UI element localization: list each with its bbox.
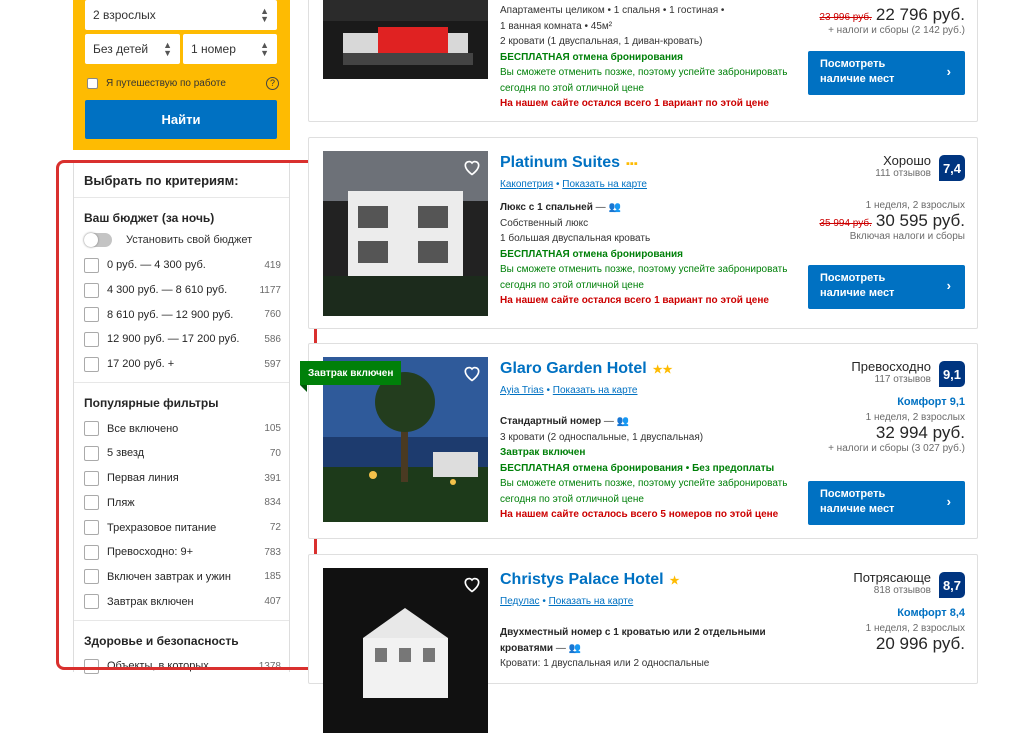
checkbox[interactable]: [84, 356, 99, 372]
work-trip-row[interactable]: Я путешествую по работе ?: [87, 75, 279, 91]
filter-option[interactable]: Включен завтрак и ужин 185: [74, 565, 289, 590]
filter-option[interactable]: Завтрак включен 407: [74, 589, 289, 614]
star-rating: ▪▪▪: [626, 158, 638, 170]
checkbox[interactable]: [84, 495, 99, 511]
popular-group: Популярные фильтры Все включено 105 5 зве…: [74, 383, 289, 621]
hotel-photo[interactable]: [323, 0, 488, 79]
children-select[interactable]: Без детей ▲ ▼: [85, 34, 180, 64]
checkbox[interactable]: [84, 470, 99, 486]
heart-icon[interactable]: [462, 363, 482, 383]
help-icon[interactable]: ?: [266, 76, 279, 90]
breakfast-included-ribbon: Завтрак включен: [300, 361, 402, 392]
occupancy-icon: 👥: [608, 202, 621, 213]
rooms-select[interactable]: 1 номер ▲ ▼: [183, 34, 277, 64]
work-trip-checkbox[interactable]: [87, 77, 98, 89]
chevron-right-icon: ›: [946, 278, 951, 293]
updown-chevron-icon: ▲ ▼: [163, 40, 172, 58]
filter-option[interactable]: Первая линия 391: [74, 466, 289, 491]
checkbox[interactable]: [84, 544, 99, 560]
checkbox[interactable]: [84, 569, 99, 585]
rating-block: Потрясающе 818 отзывов: [853, 570, 931, 596]
filter-option[interactable]: Трехразовое питание 72: [74, 515, 289, 540]
heart-icon[interactable]: [462, 157, 482, 177]
star-rating: ★: [669, 575, 680, 587]
checkbox[interactable]: [84, 307, 99, 323]
checkbox[interactable]: [84, 331, 99, 347]
custom-budget-row[interactable]: Установить свой бюджет: [74, 231, 289, 253]
filter-option[interactable]: Все включено 105: [74, 416, 289, 441]
hotel-card: Platinum Suites ▪▪▪ Какопетрия • Показать…: [308, 137, 978, 329]
bedroom-photo-icon: [323, 0, 488, 79]
check-availability-button[interactable]: Посмотреть наличие мест ›: [808, 265, 965, 309]
checkbox[interactable]: [84, 257, 99, 273]
hotel-location: Ayia Trias • Показать на карте: [500, 385, 638, 396]
show-on-map-link[interactable]: Показать на карте: [562, 179, 647, 190]
popular-title: Популярные фильтры: [84, 396, 219, 411]
hotel-info: Апартаменты целиком • 1 спальня • 1 гост…: [500, 5, 788, 109]
hotel-photo[interactable]: [323, 151, 488, 316]
filter-option[interactable]: 12 900 руб. — 17 200 руб. 586: [74, 327, 289, 352]
price-block: Комфорт 8,4 1 неделя, 2 взрослых 20 996 …: [865, 607, 965, 653]
hotel-name-link[interactable]: Christys Palace Hotel ★: [500, 571, 680, 589]
filter-option[interactable]: 5 звезд 70: [74, 441, 289, 466]
filters-title: Выбрать по критериям:: [74, 163, 289, 198]
price-block: 1 неделя, 2 взрослых 35 994 руб. 30 595 р…: [819, 200, 965, 242]
checkbox[interactable]: [84, 445, 99, 461]
budget-title: Ваш бюджет (за ночь): [84, 211, 215, 225]
filter-option[interactable]: 17 200 руб. +597: [74, 352, 289, 377]
heart-icon[interactable]: [462, 574, 482, 594]
show-on-map-link[interactable]: Показать на карте: [549, 596, 634, 607]
price-block: Комфорт 9,1 1 неделя, 2 взрослых 32 994 …: [828, 396, 965, 454]
guests-select[interactable]: 2 взрослых ▲ ▼: [85, 0, 277, 30]
review-score-badge: 9,1: [939, 361, 965, 387]
check-availability-button[interactable]: Посмотреть наличие мест ›: [808, 481, 965, 525]
check-availability-button[interactable]: Посмотреть наличие мест ›: [808, 51, 965, 95]
custom-budget-toggle[interactable]: [84, 233, 112, 247]
filter-option[interactable]: 0 руб. — 4 300 руб. 419: [74, 253, 289, 278]
hotel-location: Какопетрия • Показать на карте: [500, 179, 647, 190]
chevron-right-icon: ›: [946, 494, 951, 509]
hotel-card: Апартаменты целиком • 1 спальня • 1 гост…: [308, 0, 978, 122]
rating-block: Превосходно 117 отзывов: [851, 359, 931, 385]
checkbox[interactable]: [84, 520, 99, 536]
filter-option[interactable]: 4 300 руб. — 8 610 руб. 1177: [74, 278, 289, 303]
price-block: 23 996 руб. 22 796 руб. + налоги и сборы …: [819, 5, 965, 36]
review-score-badge: 7,4: [939, 155, 965, 181]
hotel-info: Стандартный номер — 👥 3 кровати (2 однос…: [500, 416, 788, 520]
hotel-photo[interactable]: [323, 568, 488, 733]
filters-sidebar: Выбрать по критериям: Ваш бюджет (за ноч…: [73, 162, 290, 674]
checkbox[interactable]: [84, 421, 99, 437]
occupancy-icon: 👥: [568, 642, 582, 654]
hotel-name-link[interactable]: Platinum Suites ▪▪▪: [500, 154, 638, 172]
filter-option[interactable]: Пляж 834: [74, 491, 289, 516]
review-score-badge: 8,7: [939, 572, 965, 598]
checkbox[interactable]: [84, 658, 99, 674]
search-button[interactable]: Найти: [85, 100, 277, 139]
hotel-info: Люкс с 1 спальней — 👥 Собственный люкс 1…: [500, 202, 788, 306]
chevron-right-icon: ›: [946, 64, 951, 79]
health-group: Здоровье и безопасность Объекты, в котор…: [74, 621, 289, 685]
filter-option[interactable]: Объекты, в которых 1378: [74, 654, 289, 679]
updown-chevron-icon: ▲ ▼: [260, 40, 269, 58]
hotel-location: Педулас • Показать на карте: [500, 596, 634, 607]
location-link[interactable]: Ayia Trias: [500, 385, 544, 396]
filter-option[interactable]: 8 610 руб. — 12 900 руб. 760: [74, 302, 289, 327]
filter-option[interactable]: Превосходно: 9+ 783: [74, 540, 289, 565]
checkbox[interactable]: [84, 282, 99, 298]
budget-group: Ваш бюджет (за ночь) Установить свой бюд…: [74, 198, 289, 384]
location-link[interactable]: Какопетрия: [500, 179, 553, 190]
hotel-info: Двухместный номер с 1 кроватью или 2 отд…: [500, 627, 766, 669]
checkbox[interactable]: [84, 594, 99, 610]
occupancy-icon: 👥: [616, 416, 630, 427]
hotel-card: Christys Palace Hotel ★ Педулас • Показат…: [308, 554, 978, 733]
updown-chevron-icon: ▲ ▼: [260, 6, 269, 24]
show-on-map-link[interactable]: Показать на карте: [553, 385, 638, 396]
location-link[interactable]: Педулас: [500, 596, 540, 607]
hotel-card: Glaro Garden Hotel ★★ Ayia Trias • Показа…: [308, 343, 978, 539]
health-title: Здоровье и безопасность: [84, 633, 239, 648]
rating-block: Хорошо 111 отзывов: [875, 153, 931, 179]
hotel-name-link[interactable]: Glaro Garden Hotel ★★: [500, 360, 672, 378]
star-rating: ★★: [652, 364, 673, 376]
